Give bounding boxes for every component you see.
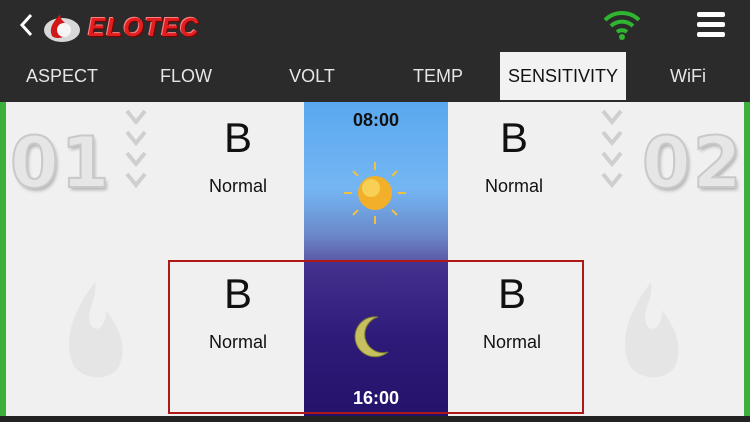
wifi-icon[interactable] xyxy=(602,8,642,42)
hamburger-menu-icon[interactable] xyxy=(697,12,725,38)
zone1-night-setting[interactable]: B Normal xyxy=(170,270,306,353)
zone2-night-setting[interactable]: B Normal xyxy=(444,270,580,353)
tab-flow[interactable]: FLOW xyxy=(124,52,248,100)
chevron-stack-right xyxy=(600,108,628,192)
zone-number-02: 02 xyxy=(641,121,744,205)
chevron-down-icon xyxy=(601,130,623,147)
tab-bar: ASPECT FLOW VOLT TEMP SENSITIVITY WiFi xyxy=(0,52,750,100)
chevron-down-icon xyxy=(125,151,147,168)
flame-watermark-icon xyxy=(69,282,123,378)
sensitivity-level: B xyxy=(223,114,252,161)
sensitivity-level: B xyxy=(499,114,528,161)
back-button[interactable] xyxy=(18,12,40,40)
sensitivity-panel: 01 02 B Normal B Normal 08:00 16:00 B No… xyxy=(0,102,750,422)
chevron-down-icon xyxy=(601,109,623,126)
chevron-down-icon xyxy=(601,172,623,189)
sensitivity-level: B xyxy=(497,270,526,317)
day-start-time: 08:00 xyxy=(352,110,400,130)
chevron-down-icon xyxy=(125,130,147,147)
tab-volt[interactable]: VOLT xyxy=(250,52,374,100)
tab-temp[interactable]: TEMP xyxy=(376,52,500,100)
chevron-stack-left xyxy=(124,108,152,192)
brand-name: ELOTEC xyxy=(88,12,200,42)
tab-wifi[interactable]: WiFi xyxy=(626,52,750,100)
sensitivity-mode: Normal xyxy=(482,332,541,352)
sensitivity-mode: Normal xyxy=(208,332,267,352)
sun-icon xyxy=(344,162,406,224)
sensitivity-mode: Normal xyxy=(484,176,543,196)
sensitivity-mode: Normal xyxy=(208,176,267,196)
tab-sensitivity[interactable]: SENSITIVITY xyxy=(500,52,626,100)
bottom-divider xyxy=(0,416,750,422)
chevron-down-icon xyxy=(601,151,623,168)
zone-number-01: 01 xyxy=(9,121,112,205)
zone2-day-setting[interactable]: B Normal xyxy=(446,114,582,197)
sensitivity-level: B xyxy=(223,270,252,317)
flame-watermark-icon xyxy=(625,282,679,378)
zone1-day-setting[interactable]: B Normal xyxy=(170,114,306,197)
chevron-left-icon xyxy=(19,13,33,37)
chevron-down-icon xyxy=(125,172,147,189)
elotec-flame-logo-icon xyxy=(44,14,80,42)
chevron-down-icon xyxy=(125,109,147,126)
tab-aspect[interactable]: ASPECT xyxy=(0,52,124,100)
app-header: ELOTEC xyxy=(0,0,750,52)
day-period[interactable]: 08:00 xyxy=(304,102,448,260)
